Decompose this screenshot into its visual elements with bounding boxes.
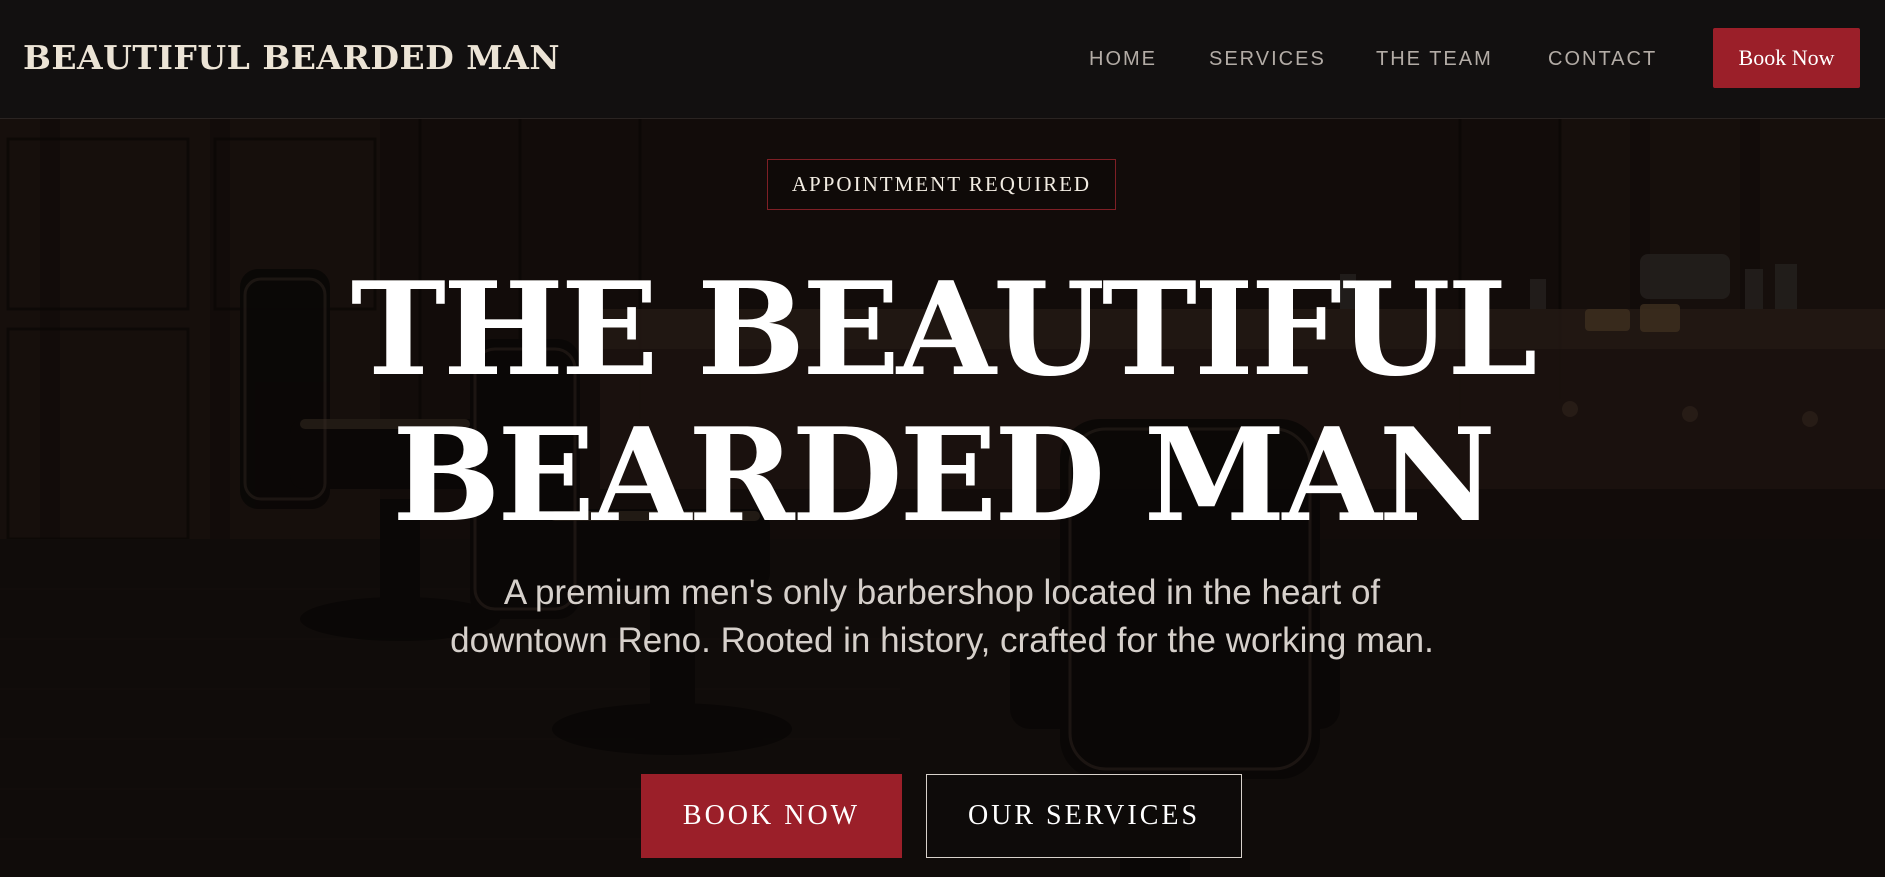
main-nav: HOME SERVICES THE TEAM CONTACT [0, 44, 1885, 74]
hero-section: APPOINTMENT REQUIRED THE BEAUTIFUL BEARD… [0, 119, 1885, 877]
page: BEAUTIFUL BEARDED MAN HOME SERVICES THE … [0, 0, 1885, 877]
nav-item-the-team[interactable]: THE TEAM [1376, 44, 1493, 74]
our-services-button[interactable]: OUR SERVICES [926, 774, 1242, 858]
header-book-now-button[interactable]: Book Now [1713, 28, 1860, 88]
book-now-button[interactable]: BOOK NOW [641, 774, 902, 858]
hero-title-line-2: BEARDED MAN [392, 401, 1496, 551]
nav-item-services[interactable]: SERVICES [1209, 44, 1326, 74]
appointment-badge: APPOINTMENT REQUIRED [767, 159, 1116, 210]
hero-title: THE BEAUTIFUL BEARDED MAN [0, 257, 1885, 549]
nav-item-contact[interactable]: CONTACT [1548, 44, 1657, 74]
nav-item-home[interactable]: HOME [1089, 44, 1157, 74]
hero-subtitle: A premium men's only barbershop located … [450, 573, 1434, 660]
site-header: BEAUTIFUL BEARDED MAN HOME SERVICES THE … [0, 0, 1885, 119]
hero-title-line-1: THE BEAUTIFUL [350, 255, 1538, 405]
